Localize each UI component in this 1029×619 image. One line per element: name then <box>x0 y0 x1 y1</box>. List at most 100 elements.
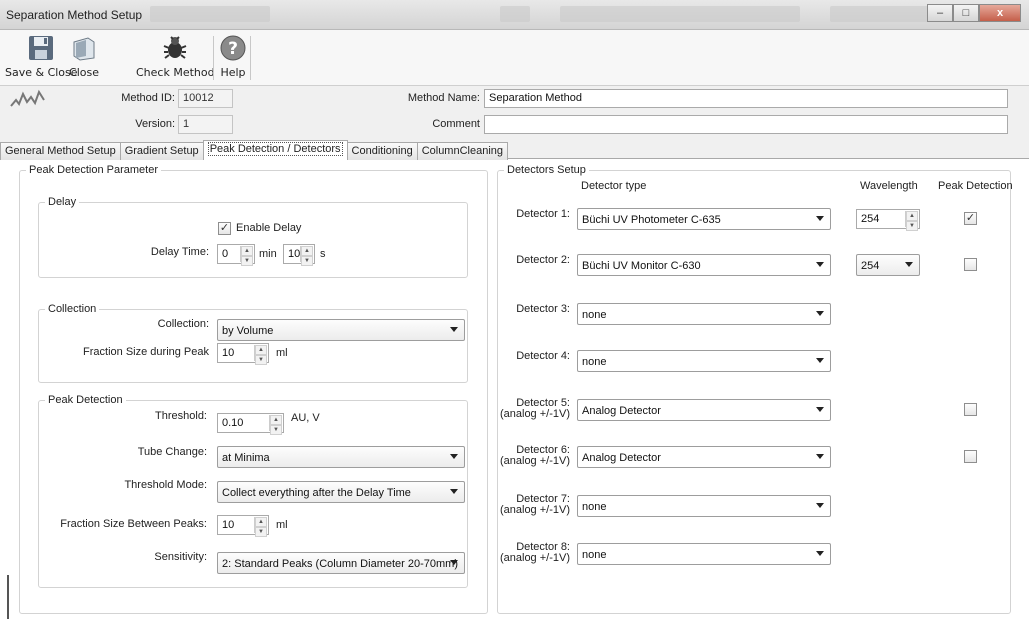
spin-up-icon[interactable]: ▲ <box>241 246 253 256</box>
spin-up-icon[interactable]: ▲ <box>270 415 282 425</box>
wavelength-value: 254 <box>861 213 880 225</box>
collection-label: Collection: <box>157 318 209 330</box>
detector-type-select[interactable]: none <box>577 495 831 517</box>
method-header: Method ID: 10012 Version: 1 Method Name:… <box>0 86 1029 141</box>
spin-down-icon[interactable]: ▼ <box>255 527 267 537</box>
close-button[interactable]: Close <box>69 33 99 79</box>
check-method-button[interactable]: Check Method <box>136 33 215 79</box>
maximize-icon: □ <box>962 7 970 19</box>
chevron-down-icon <box>816 311 824 316</box>
fraction-size-peak-spinner[interactable]: 10 ▲ ▼ <box>217 343 269 365</box>
spin-down-icon[interactable]: ▼ <box>241 256 253 266</box>
spin-down-icon[interactable]: ▼ <box>906 221 918 231</box>
wavelength-spinner[interactable]: 254 ▲ ▼ <box>856 209 920 231</box>
blurred-region <box>150 6 270 22</box>
blurred-region <box>500 6 530 22</box>
sec-unit: s <box>320 248 326 260</box>
detector-type-value: none <box>582 309 607 321</box>
peak-detection-parameter-title: Peak Detection Parameter <box>26 164 162 176</box>
spin-down-icon[interactable]: ▼ <box>255 355 267 365</box>
threshold-spinner[interactable]: 0.10 ▲ ▼ <box>217 413 284 435</box>
spin-up-icon[interactable]: ▲ <box>255 517 267 527</box>
enable-delay-checkbox[interactable]: ✓ <box>218 222 231 235</box>
peak-detection-title: Peak Detection <box>45 394 126 406</box>
detector-type-value: none <box>582 356 607 368</box>
comment-input[interactable] <box>484 115 1008 134</box>
delay-minutes-spinner[interactable]: 0 ▲ ▼ <box>217 244 255 266</box>
detector-type-value: Analog Detector <box>582 405 661 417</box>
chevron-down-icon <box>450 454 458 459</box>
chevron-down-icon <box>816 551 824 556</box>
spin-up-icon[interactable]: ▲ <box>906 211 918 221</box>
detector-type-select[interactable]: none <box>577 350 831 372</box>
tube-change-value: at Minima <box>222 452 270 464</box>
detector-type-select[interactable]: Büchi UV Monitor C-630 <box>577 254 831 276</box>
chevron-down-icon <box>816 407 824 412</box>
peak-detection-checkbox[interactable] <box>964 403 977 416</box>
enable-delay-label: Enable Delay <box>236 222 302 234</box>
collection-select[interactable]: by Volume <box>217 319 465 341</box>
detector-label: Detector 1: <box>516 208 570 220</box>
detector-sublabel: (analog +/-1V) <box>499 552 570 564</box>
threshold-label: Threshold: <box>155 410 207 422</box>
spin-down-icon[interactable]: ▼ <box>301 256 313 266</box>
min-unit: min <box>259 248 277 260</box>
delay-group: Delay <box>38 196 468 278</box>
spin-up-icon[interactable]: ▲ <box>255 345 267 355</box>
tab-gradient-setup[interactable]: Gradient Setup <box>119 142 204 160</box>
minimize-button[interactable]: – <box>927 4 953 22</box>
detector-type-select[interactable]: Analog Detector <box>577 446 831 468</box>
delay-seconds-spinner[interactable]: 10 ▲ ▼ <box>283 244 315 266</box>
collection-title: Collection <box>45 303 100 315</box>
detector-type-select[interactable]: Analog Detector <box>577 399 831 421</box>
save-close-button[interactable]: Save & Close <box>5 33 78 79</box>
detectors-setup-title: Detectors Setup <box>504 164 589 176</box>
method-id-label: Method ID: <box>121 92 175 104</box>
blurred-region <box>560 6 800 22</box>
detector-type-select[interactable]: none <box>577 303 831 325</box>
delay-title: Delay <box>45 196 80 208</box>
threshold-mode-value: Collect everything after the Delay Time <box>222 487 411 499</box>
version-label: Version: <box>135 118 175 130</box>
close-window-button[interactable]: x <box>979 4 1021 22</box>
tab-general-method-setup[interactable]: General Method Setup <box>0 142 121 160</box>
method-graph-icon <box>10 88 46 113</box>
detector-type-select[interactable]: none <box>577 543 831 565</box>
toolbar-divider <box>213 36 214 80</box>
tab-peak-detection-label: Peak Detection / Detectors <box>207 142 343 156</box>
sensitivity-value: 2: Standard Peaks (Column Diameter 20-70… <box>222 558 458 570</box>
sensitivity-select[interactable]: 2: Standard Peaks (Column Diameter 20-70… <box>217 552 465 574</box>
detector-type-header: Detector type <box>581 180 647 192</box>
window-title: Separation Method Setup <box>6 8 143 22</box>
tab-peak-detection-detectors[interactable]: Peak Detection / Detectors <box>202 140 348 160</box>
fraction-between-unit: ml <box>276 519 288 531</box>
window-edge <box>7 575 9 619</box>
wavelength-select[interactable]: 254 <box>856 254 920 276</box>
detector-type-value: none <box>582 501 607 513</box>
window-titlebar[interactable]: Separation Method Setup – □ x <box>0 0 1029 30</box>
tab-column-cleaning[interactable]: ColumnCleaning <box>416 142 509 160</box>
spin-up-icon[interactable]: ▲ <box>301 246 313 256</box>
peak-detection-checkbox[interactable]: ✓ <box>964 212 977 225</box>
tube-change-select[interactable]: at Minima <box>217 446 465 468</box>
spin-down-icon[interactable]: ▼ <box>270 425 282 435</box>
detector-sublabel: (analog +/-1V) <box>499 455 570 467</box>
chevron-down-icon <box>816 216 824 221</box>
detector-type-value: Analog Detector <box>582 452 661 464</box>
minimize-icon: – <box>936 7 944 19</box>
method-name-input[interactable]: Separation Method <box>484 89 1008 108</box>
threshold-unit: AU, V <box>291 412 320 424</box>
tube-change-label: Tube Change: <box>137 446 207 458</box>
help-button[interactable]: ? Help <box>218 33 248 79</box>
threshold-mode-select[interactable]: Collect everything after the Delay Time <box>217 481 465 503</box>
chevron-down-icon <box>905 262 913 267</box>
maximize-button[interactable]: □ <box>953 4 979 22</box>
detector-type-select[interactable]: Büchi UV Photometer C-635 <box>577 208 831 230</box>
fraction-between-spinner[interactable]: 10 ▲ ▼ <box>217 515 269 537</box>
peak-detection-checkbox[interactable] <box>964 258 977 271</box>
toolbar-divider <box>250 36 251 80</box>
tab-conditioning[interactable]: Conditioning <box>346 142 418 160</box>
close-icon: x <box>996 7 1004 19</box>
fraction-size-peak-value: 10 <box>222 347 235 359</box>
peak-detection-checkbox[interactable] <box>964 450 977 463</box>
